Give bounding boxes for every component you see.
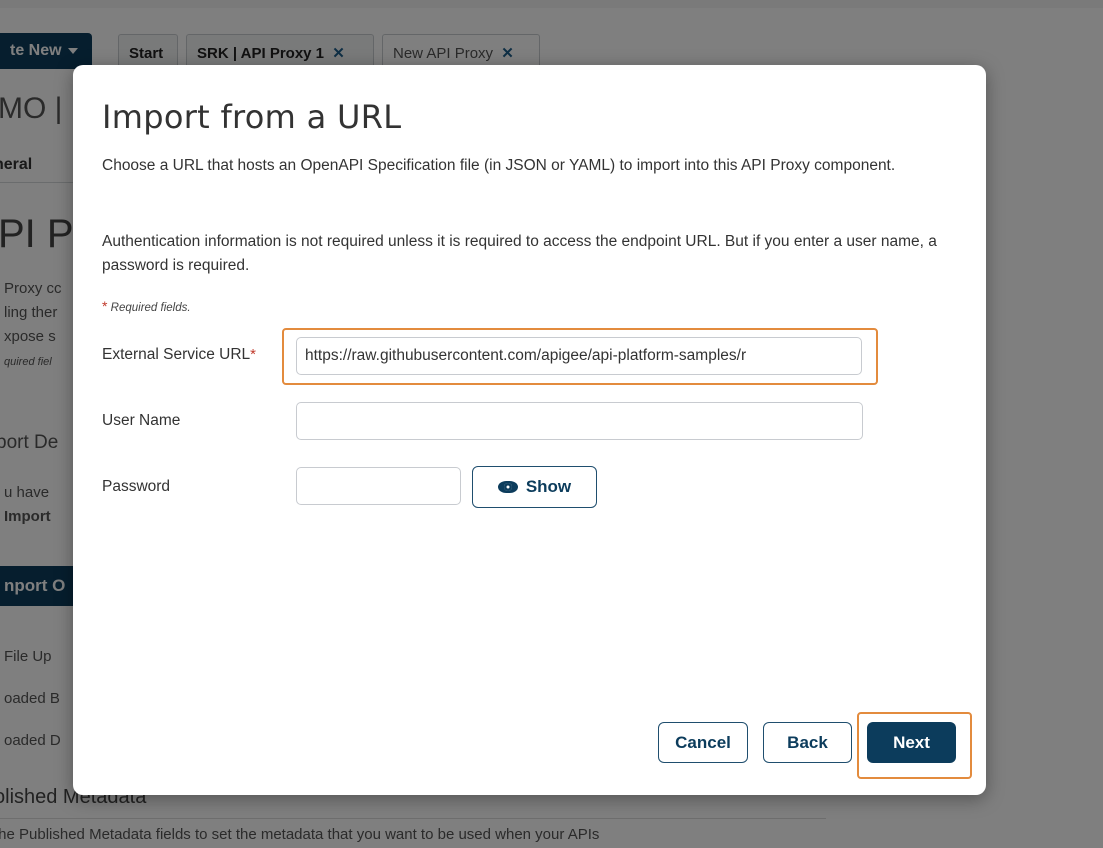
dialog-auth-note: Authentication information is not requir… bbox=[102, 233, 937, 274]
required-star: * bbox=[102, 298, 108, 314]
import-url-dialog: Import from a URL Choose a URL that host… bbox=[73, 65, 986, 795]
username-input[interactable] bbox=[296, 402, 863, 440]
external-service-url-input[interactable] bbox=[296, 337, 862, 375]
required-note-text: Required fields. bbox=[110, 302, 191, 314]
dialog-title: Import from a URL bbox=[102, 98, 402, 136]
url-label: External Service URL* bbox=[102, 346, 256, 364]
show-button-label: Show bbox=[525, 477, 572, 496]
required-star: * bbox=[250, 346, 257, 363]
password-input[interactable] bbox=[296, 467, 461, 505]
dialog-description: Choose a URL that hosts an OpenAPI Speci… bbox=[102, 157, 896, 174]
required-fields-note: * Required fields. bbox=[102, 298, 191, 314]
next-button[interactable]: Next bbox=[867, 722, 956, 763]
url-label-text: External Service URL bbox=[102, 346, 251, 363]
password-label: Password bbox=[102, 478, 171, 495]
back-button[interactable]: Back bbox=[763, 722, 852, 763]
username-label: User Name bbox=[102, 412, 181, 429]
cancel-button[interactable]: Cancel bbox=[658, 722, 748, 763]
show-password-button[interactable]: Show bbox=[472, 466, 597, 508]
eye-icon bbox=[497, 481, 518, 493]
